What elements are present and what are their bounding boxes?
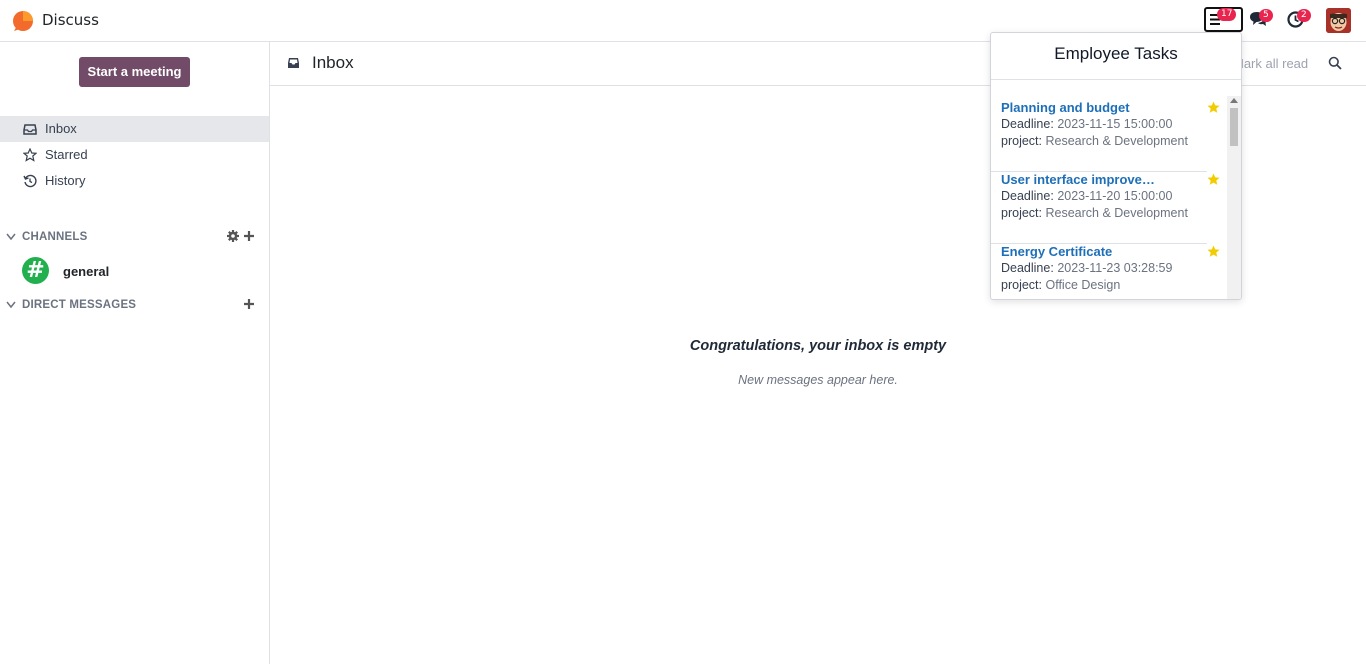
empty-inbox-subtitle: New messages appear here. — [738, 373, 898, 387]
sidebar-item-label: Inbox — [45, 121, 77, 136]
dropdown-title: Employee Tasks — [991, 33, 1241, 80]
search-icon[interactable] — [1328, 56, 1342, 70]
discuss-logo-icon[interactable] — [12, 10, 34, 32]
sidebar-item-history[interactable]: History — [0, 168, 269, 194]
sidebar-item-label: History — [45, 173, 86, 188]
task-deadline: Deadline: 2023-11-23 03:28:59 — [1001, 261, 1172, 275]
tasks-count-badge: 17 — [1217, 8, 1237, 21]
task-project: project: Office Design — [1001, 278, 1120, 292]
avatar-face-icon — [1326, 8, 1351, 33]
task-item[interactable]: Energy Certificate Deadline: 2023-11-23 … — [991, 244, 1220, 299]
star-icon[interactable] — [1207, 101, 1220, 114]
chevron-down-icon[interactable] — [6, 233, 16, 241]
deadline-value: 2023-11-15 15:00:00 — [1057, 117, 1173, 131]
task-name-link[interactable]: Planning and budget — [1001, 100, 1130, 115]
discuss-sidebar: Start a meeting Inbox Starred History CH… — [0, 42, 270, 664]
inbox-icon — [288, 58, 299, 68]
page-title: Inbox — [312, 53, 354, 72]
project-value: Research & Development — [1045, 134, 1188, 148]
gear-icon[interactable] — [226, 229, 240, 243]
sidebar-item-starred[interactable]: Starred — [0, 142, 269, 168]
channel-item-general[interactable]: # general — [0, 257, 269, 287]
add-chat-icon[interactable] — [242, 297, 256, 311]
task-deadline: Deadline: 2023-11-20 15:00:00 — [1001, 189, 1172, 203]
app-name[interactable]: Discuss — [42, 11, 99, 29]
sidebar-item-inbox[interactable]: Inbox — [0, 116, 269, 142]
sidebar-item-label: Starred — [45, 147, 88, 162]
task-name-link[interactable]: Energy Certificate — [1001, 244, 1112, 259]
project-label: project: — [1001, 206, 1042, 220]
messages-count-badge: 5 — [1259, 9, 1273, 22]
task-project: project: Research & Development — [1001, 134, 1188, 148]
project-label: project: — [1001, 134, 1042, 148]
direct-messages-label: DIRECT MESSAGES — [22, 299, 137, 311]
task-deadline: Deadline: 2023-11-15 15:00:00 — [1001, 117, 1172, 131]
project-label: project: — [1001, 278, 1042, 292]
employee-tasks-dropdown: Employee Tasks Planning and budget Deadl… — [990, 32, 1242, 300]
task-item[interactable]: Planning and budget Deadline: 2023-11-15… — [991, 100, 1220, 172]
mark-all-read-button[interactable]: Mark all read — [1233, 56, 1308, 71]
task-project: project: Research & Development — [1001, 206, 1188, 220]
task-item[interactable]: User interface improve… Deadline: 2023-1… — [991, 172, 1220, 244]
deadline-label: Deadline: — [1001, 261, 1054, 275]
empty-inbox-title: Congratulations, your inbox is empty — [689, 338, 947, 354]
star-icon[interactable] — [1207, 245, 1220, 258]
history-icon — [23, 174, 37, 188]
project-value: Office Design — [1045, 278, 1121, 292]
deadline-label: Deadline: — [1001, 189, 1054, 203]
direct-messages-section-header[interactable]: DIRECT MESSAGES — [0, 296, 269, 316]
dropdown-scrollbar[interactable] — [1227, 96, 1241, 299]
scroll-up-arrow-icon[interactable] — [1230, 98, 1238, 103]
task-name-link[interactable]: User interface improve… — [1001, 172, 1155, 187]
deadline-value: 2023-11-20 15:00:00 — [1057, 189, 1173, 203]
user-avatar[interactable] — [1326, 8, 1351, 33]
chevron-down-icon[interactable] — [6, 301, 16, 309]
star-outline-icon — [23, 148, 37, 162]
channels-label: CHANNELS — [22, 231, 88, 243]
deadline-value: 2023-11-23 03:28:59 — [1057, 261, 1173, 275]
activity-count-badge: 2 — [1297, 9, 1311, 22]
channel-hash-icon: # — [22, 257, 49, 284]
start-meeting-button[interactable]: Start a meeting — [79, 57, 190, 87]
add-channel-icon[interactable] — [242, 229, 256, 243]
inbox-icon — [23, 124, 37, 135]
star-icon[interactable] — [1207, 173, 1220, 186]
channel-label: general — [63, 264, 110, 279]
project-value: Research & Development — [1045, 206, 1188, 220]
scrollbar-thumb[interactable] — [1230, 108, 1238, 146]
employee-tasks-button[interactable]: 17 — [1204, 7, 1243, 32]
channels-section-header[interactable]: CHANNELS — [0, 228, 269, 248]
deadline-label: Deadline: — [1001, 117, 1054, 131]
